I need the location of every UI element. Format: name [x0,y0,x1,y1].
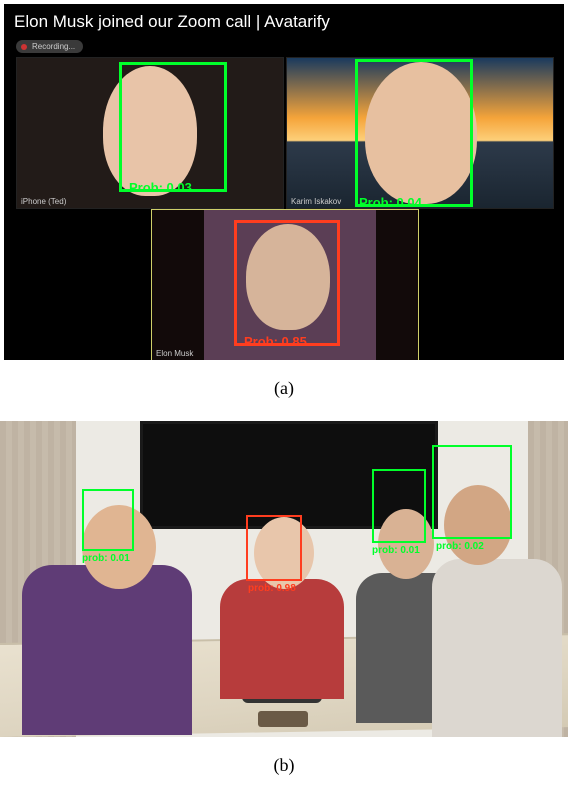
tray [258,711,308,727]
prob-label: prob: 0.01 [372,545,420,556]
prob-label: prob: 0.02 [436,541,484,552]
face-bbox-fake [234,220,340,346]
face-bbox-real [372,469,426,543]
prob-label: prob: 0.01 [82,553,130,564]
tile-name-tag: iPhone (Ted) [21,197,66,206]
prob-label: Prob: 0.85 [244,334,307,349]
zoom-tile-1: iPhone (Ted) Prob: 0.03 [16,57,284,209]
zoom-tile-3: Elon Musk Prob: 0.85 [151,209,419,360]
prob-label: Prob: 0.04 [359,195,422,210]
figure: Elon Musk joined our Zoom call | Avatari… [0,4,568,776]
face-bbox-fake [246,515,302,581]
face-bbox-real [119,62,227,192]
video-title: Elon Musk joined our Zoom call | Avatari… [14,12,330,32]
tile-name-tag: Karim Iskakov [291,197,341,206]
panel-a: Elon Musk joined our Zoom call | Avatari… [4,4,564,360]
face-bbox-real [82,489,134,551]
face-bbox-real [432,445,512,539]
tile-name-tag: Elon Musk [156,349,193,358]
prob-label: Prob: 0.03 [129,180,192,195]
caption-a: (a) [0,378,568,399]
panel-b: prob: 0.01 prob: 0.98 prob: 0.01 prob: 0… [0,421,568,737]
prob-label: prob: 0.98 [248,583,296,594]
zoom-tile-2: Karim Iskakov Prob: 0.04 [286,57,554,209]
face-bbox-real [355,59,473,207]
recording-pill: Recording... [16,40,83,53]
